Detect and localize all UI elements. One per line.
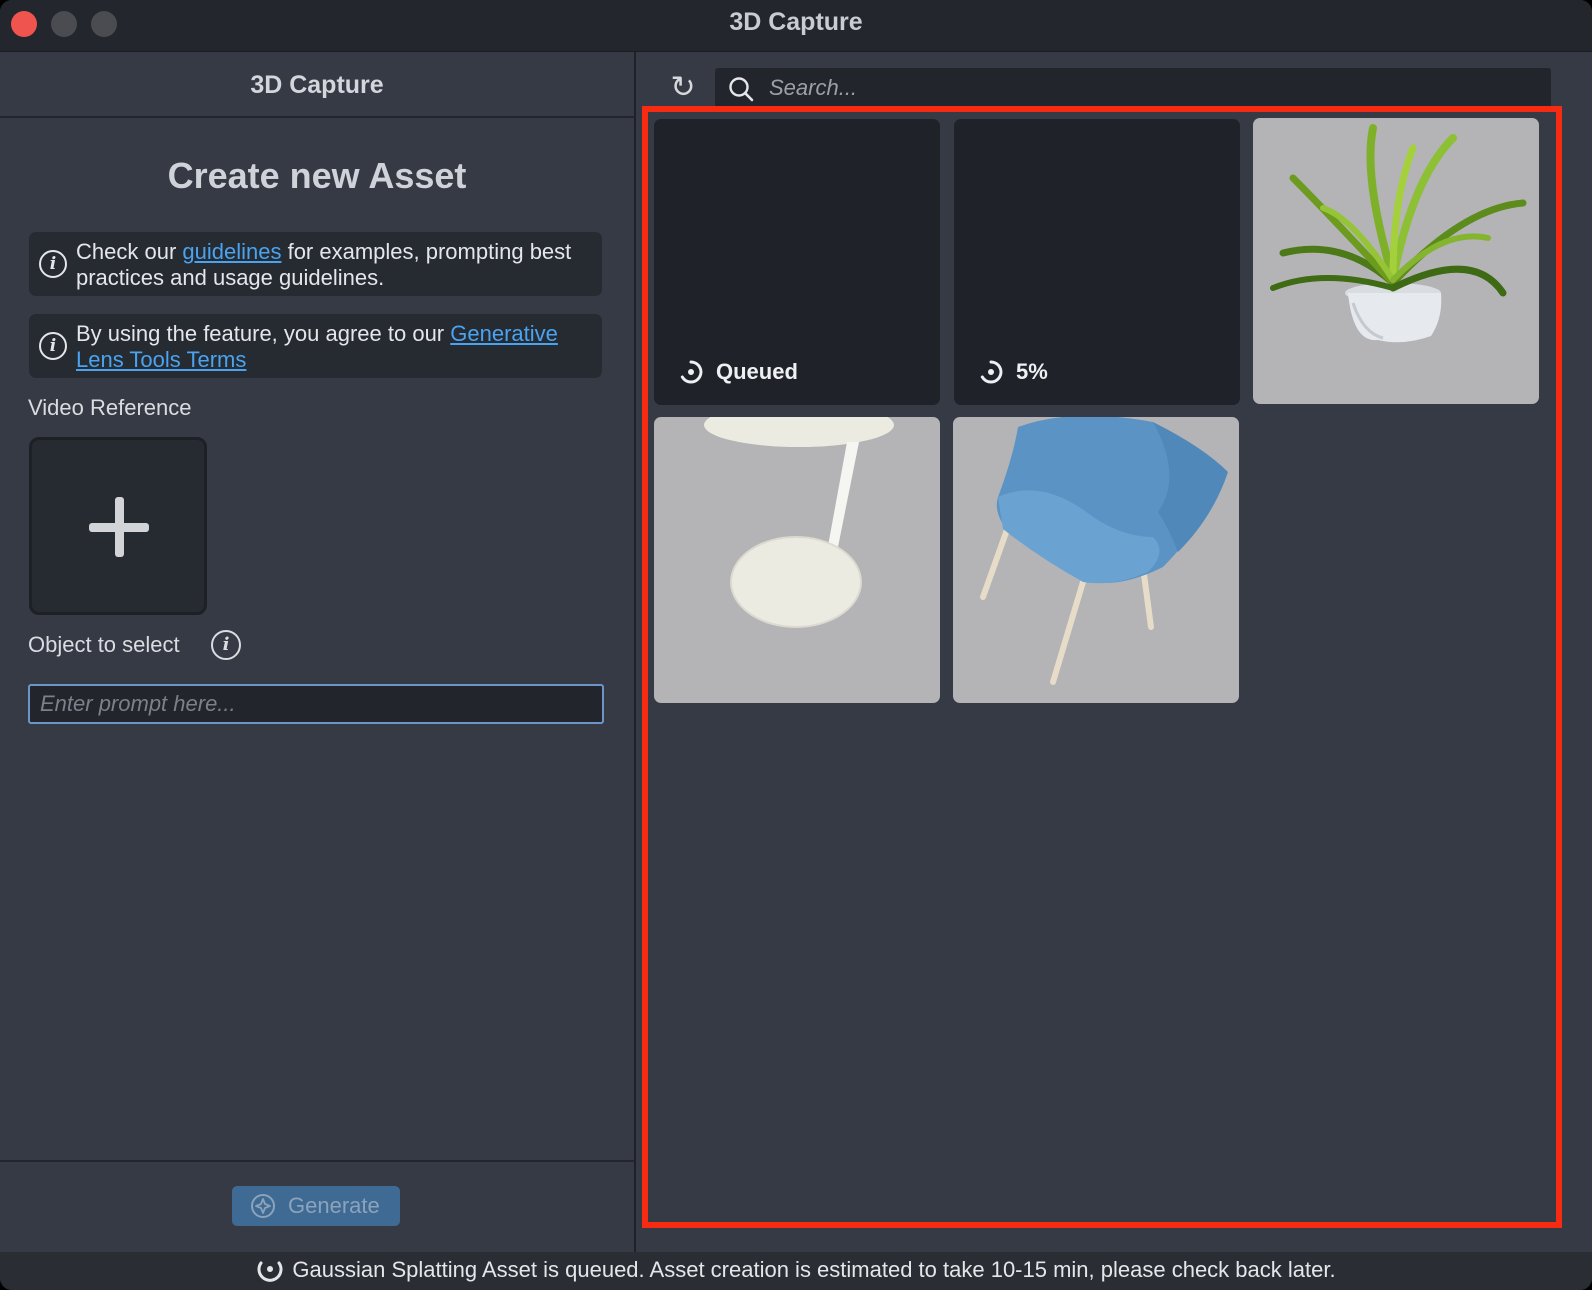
refresh-icon[interactable]: ↻ <box>666 71 700 105</box>
asset-status-label: Queued <box>716 359 798 384</box>
potted-plant-thumbnail <box>1270 124 1527 343</box>
asset-card-side-table[interactable] <box>654 417 940 703</box>
asset-library-panel: ↻ Queued <box>638 52 1592 1252</box>
sparkle-icon <box>251 1194 275 1218</box>
info-icon: i <box>39 250 67 278</box>
app-window: 3D Capture 3D Capture Create new Asset i… <box>0 0 1592 1290</box>
blue-chair-thumbnail <box>980 417 1228 685</box>
asset-status: Queued <box>678 357 798 387</box>
object-info-icon[interactable]: i <box>211 630 241 660</box>
search-input[interactable] <box>769 68 1539 108</box>
asset-card-plant[interactable] <box>1253 118 1539 404</box>
search-icon <box>729 77 754 102</box>
asset-status: 5% <box>978 357 1048 387</box>
add-video-reference-button[interactable] <box>29 437 207 615</box>
window-title: 3D Capture <box>729 8 863 36</box>
terms-notice: i By using the feature, you agree to our… <box>29 314 602 378</box>
object-to-select-label: Object to select <box>28 632 180 657</box>
guidelines-link[interactable]: guidelines <box>182 239 281 264</box>
asset-card-progress[interactable]: 5% <box>954 119 1240 405</box>
page-title: Create new Asset <box>167 155 467 196</box>
spinner-icon <box>680 360 703 384</box>
status-bar: Gaussian Splatting Asset is queued. Asse… <box>0 1252 1592 1290</box>
title-bar: 3D Capture <box>0 0 1592 52</box>
panel-header: 3D Capture <box>0 52 634 118</box>
asset-status-label: 5% <box>1016 359 1048 384</box>
guidelines-notice: i Check our guidelines for examples, pro… <box>29 232 602 296</box>
spinner-icon <box>980 360 1003 384</box>
panel-footer: Generate <box>0 1160 634 1252</box>
video-reference-label: Video Reference <box>28 395 192 420</box>
status-message: Gaussian Splatting Asset is queued. Asse… <box>292 1257 1336 1282</box>
side-table-thumbnail <box>704 417 894 628</box>
asset-card-queued[interactable]: Queued <box>654 119 940 405</box>
generate-label: Generate <box>288 1193 380 1218</box>
guidelines-prefix: Check our <box>76 239 183 264</box>
create-asset-panel: 3D Capture Create new Asset i Check our … <box>0 52 636 1252</box>
asset-card-chair[interactable] <box>953 417 1239 703</box>
asset-grid-highlight: Queued 5% <box>642 106 1562 1228</box>
info-icon: i <box>39 332 67 360</box>
terms-prefix: By using the feature, you agree to our <box>76 321 451 346</box>
spinner-icon <box>257 1261 283 1283</box>
prompt-input[interactable] <box>28 684 604 724</box>
generate-button[interactable]: Generate <box>232 1186 400 1226</box>
search-bar <box>715 68 1551 108</box>
